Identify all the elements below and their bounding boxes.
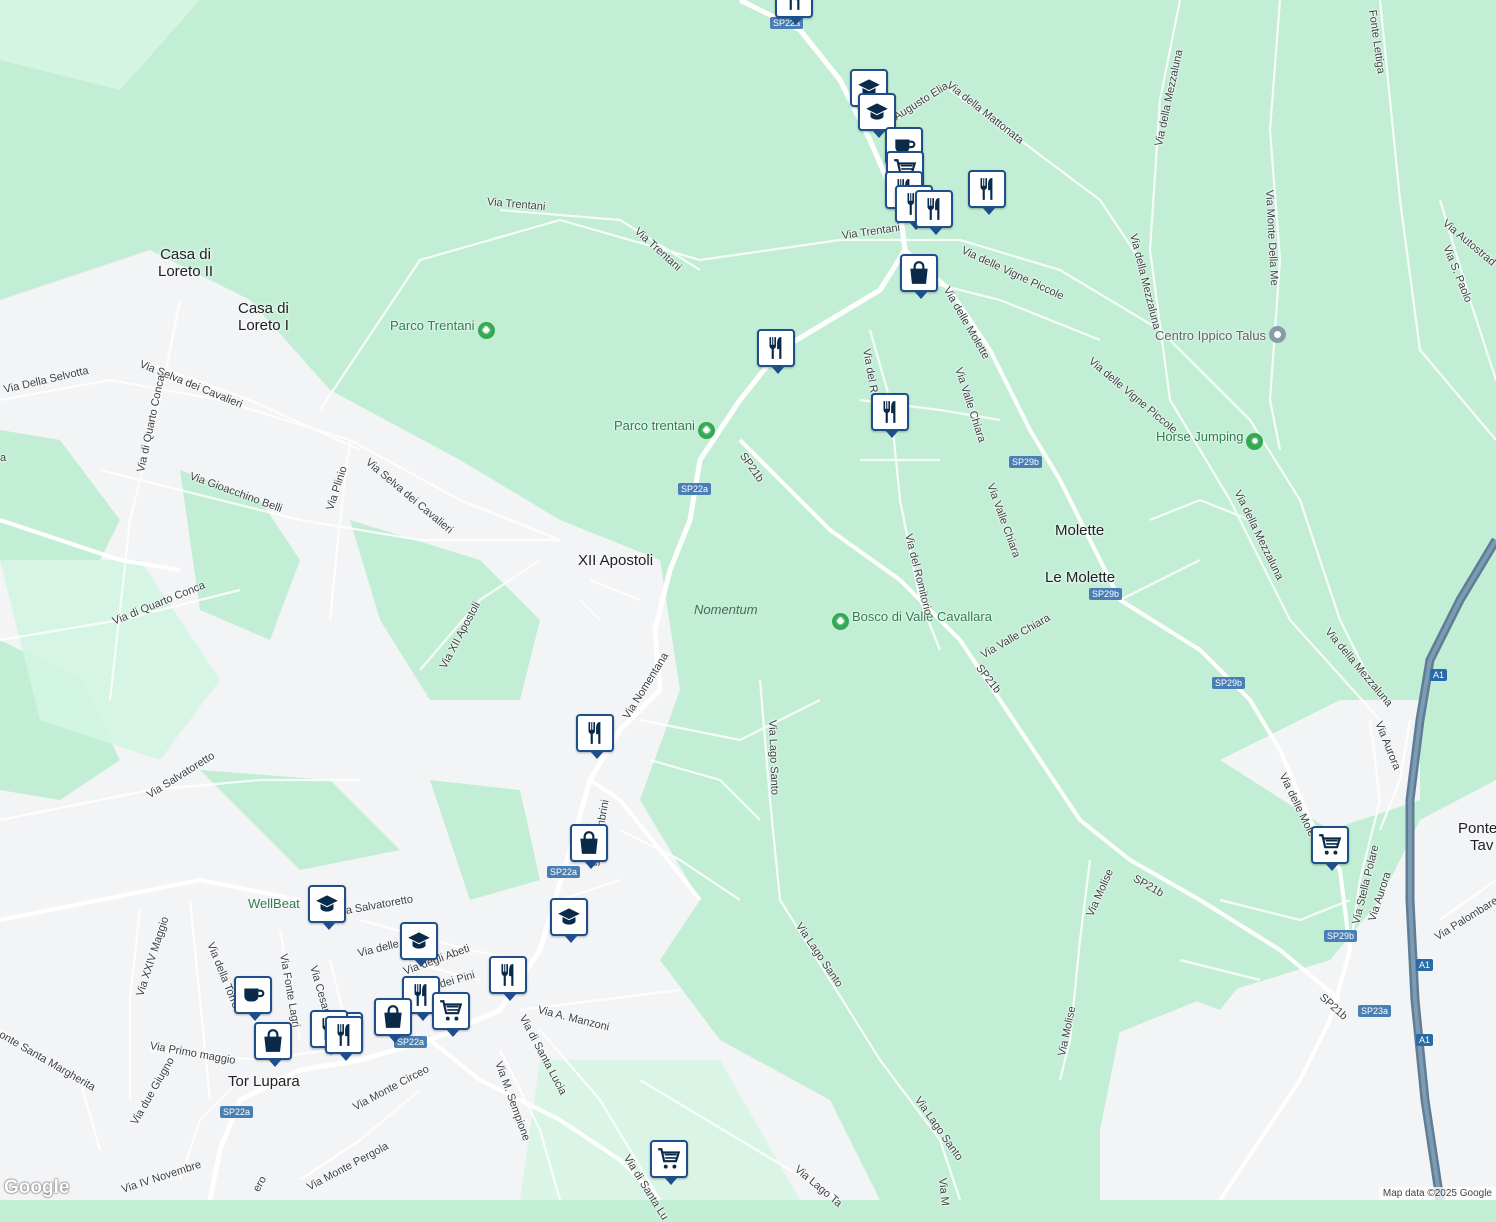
park-bosco-valle-cavallara[interactable]: ♣ Bosco di Valle Cavallara: [832, 609, 992, 630]
map-marker-shopping-bag[interactable]: [374, 998, 412, 1043]
place-ponte-line1: Ponte: [1458, 820, 1496, 837]
place-casa-loreto-i-line1: Casa di: [238, 300, 289, 317]
poi-nomentum[interactable]: Nomentum: [694, 602, 758, 617]
bag-icon: [380, 1004, 406, 1030]
park-parco-trentani[interactable]: Parco Trentani ♣: [390, 318, 495, 339]
place-dot-icon: [1269, 326, 1287, 343]
map-marker-restaurant[interactable]: [757, 329, 795, 374]
tree-icon: ♣: [697, 422, 715, 439]
restaurant-icon: [974, 176, 1000, 202]
map-marker-shopping-cart[interactable]: [650, 1140, 688, 1185]
road-shield: SP29b: [1089, 588, 1123, 600]
bag-icon: [576, 830, 602, 856]
park-parco-trentani-2-label: Parco trentani: [614, 418, 695, 433]
poi-centro-ippico-talus[interactable]: Centro Ippico Talus: [1155, 326, 1287, 343]
school-icon: [314, 891, 340, 917]
coffee-icon: [240, 982, 266, 1008]
map-marker-school[interactable]: [400, 922, 438, 967]
map-marker-shopping-bag[interactable]: [900, 254, 938, 299]
map-marker-cafe[interactable]: [234, 976, 272, 1021]
cart-icon: [438, 998, 464, 1024]
map-canvas[interactable]: [0, 0, 1496, 1200]
highway-shield: A1: [1430, 669, 1448, 681]
restaurant-icon: [582, 720, 608, 746]
road-shield: SP23a: [1358, 1005, 1392, 1017]
street-label: a: [0, 452, 7, 464]
school-icon: [864, 99, 890, 125]
restaurant-icon: [763, 335, 789, 361]
map-marker-restaurant[interactable]: [325, 1016, 363, 1061]
place-casa-loreto-ii-line1: Casa di: [160, 246, 211, 263]
road-shield: SP22a: [220, 1106, 254, 1118]
place-casa-loreto-i-line2: Loreto I: [238, 317, 289, 334]
tree-icon: ♣: [477, 322, 495, 339]
place-dot-icon: ●: [1246, 433, 1264, 450]
map-marker-restaurant[interactable]: [576, 714, 614, 759]
road-shield: SP29b: [1212, 677, 1246, 689]
park-parco-trentani-label: Parco Trentani: [390, 318, 475, 333]
street-label: Via Lago Santo: [766, 719, 781, 796]
map-marker-school[interactable]: [858, 93, 896, 138]
map-marker-shopping-cart[interactable]: [1311, 826, 1349, 871]
road-shield: SP29b: [1324, 930, 1358, 942]
bag-icon: [906, 260, 932, 286]
poi-centro-ippico-label: Centro Ippico Talus: [1155, 328, 1267, 343]
place-ponte-tav: Ponte Tav: [1458, 820, 1496, 854]
road-shield: SP22a: [547, 866, 581, 878]
map-marker-shopping-bag[interactable]: [254, 1022, 292, 1067]
poi-wellbeat[interactable]: WellBeat: [248, 896, 300, 911]
place-le-molette: Le Molette: [1045, 569, 1116, 586]
school-icon: [406, 928, 432, 954]
restaurant-icon: [495, 962, 521, 988]
school-icon: [556, 904, 582, 930]
restaurant-icon: [331, 1022, 357, 1048]
place-xii-apostoli: XII Apostoli: [578, 552, 654, 569]
map-marker-restaurant[interactable]: [775, 0, 813, 25]
tree-icon: ♣: [832, 613, 849, 630]
highway-shield: A1: [1416, 1034, 1434, 1046]
place-tor-lupara: Tor Lupara: [228, 1073, 300, 1090]
bag-icon: [260, 1028, 286, 1054]
place-casa-loreto-ii: Casa di Loreto II: [158, 246, 213, 280]
map-marker-restaurant[interactable]: [489, 956, 527, 1001]
map-marker-shopping-cart[interactable]: [432, 992, 470, 1037]
park-parco-trentani-2[interactable]: Parco trentani ♣: [614, 418, 715, 439]
road-shield: SP22a: [678, 483, 712, 495]
place-casa-loreto-ii-line2: Loreto II: [158, 263, 214, 280]
google-logo: Google: [4, 1177, 70, 1198]
map-marker-shopping-bag[interactable]: [570, 824, 608, 869]
highway-shield: A1: [1416, 959, 1434, 971]
map-marker-school[interactable]: [550, 898, 588, 943]
place-molette: Molette: [1055, 522, 1105, 539]
place-casa-loreto-i: Casa di Loreto I: [238, 300, 289, 334]
map-marker-school[interactable]: [308, 885, 346, 930]
map-attribution[interactable]: Map data ©2025 Google: [1378, 1187, 1496, 1200]
cart-icon: [1317, 832, 1343, 858]
restaurant-icon: [781, 0, 807, 12]
map-marker-restaurant[interactable]: [915, 190, 953, 235]
road-shield: SP29b: [1009, 456, 1043, 468]
map-marker-restaurant[interactable]: [871, 393, 909, 438]
map-marker-restaurant[interactable]: [968, 170, 1006, 215]
restaurant-icon: [921, 196, 947, 222]
cart-icon: [656, 1146, 682, 1172]
place-ponte-line2: Tav: [1470, 837, 1494, 854]
restaurant-icon: [877, 399, 903, 425]
